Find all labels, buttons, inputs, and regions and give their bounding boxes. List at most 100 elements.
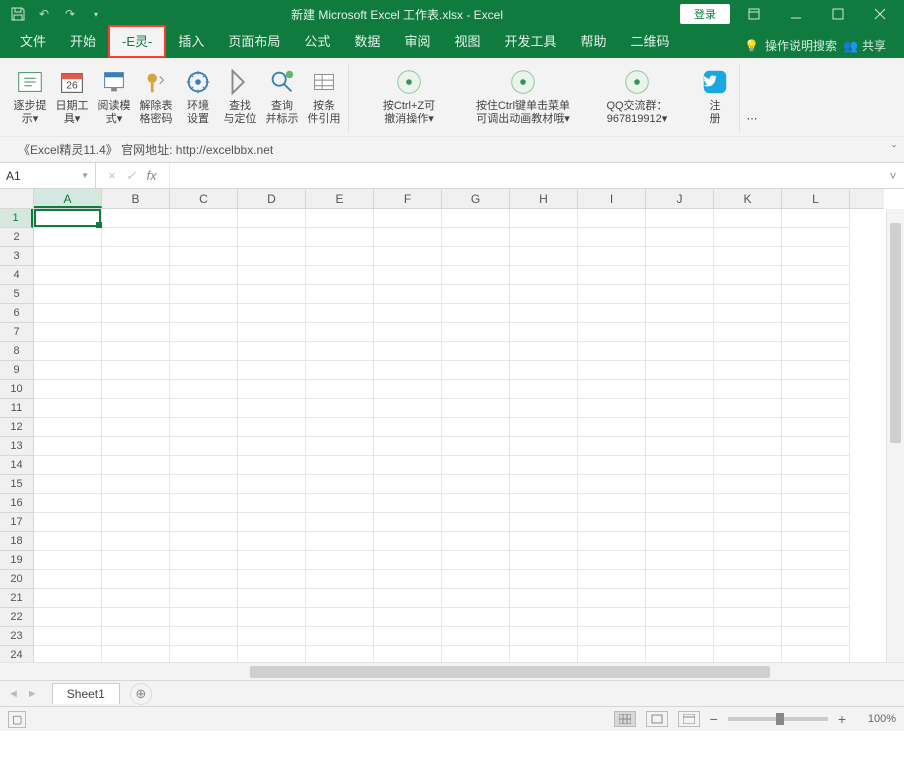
- row-header[interactable]: 10: [0, 380, 33, 399]
- cell[interactable]: [646, 494, 714, 513]
- cell[interactable]: [442, 399, 510, 418]
- cell[interactable]: [646, 342, 714, 361]
- cell[interactable]: [374, 342, 442, 361]
- cell[interactable]: [510, 380, 578, 399]
- cell[interactable]: [510, 323, 578, 342]
- cell[interactable]: [442, 494, 510, 513]
- cell[interactable]: [102, 228, 170, 247]
- cell[interactable]: [34, 361, 102, 380]
- tab-审阅[interactable]: 审阅: [392, 25, 442, 58]
- cell[interactable]: [714, 532, 782, 551]
- cell[interactable]: [170, 570, 238, 589]
- cell[interactable]: [714, 475, 782, 494]
- cell[interactable]: [102, 418, 170, 437]
- row-header[interactable]: 6: [0, 304, 33, 323]
- cell[interactable]: [238, 361, 306, 380]
- row-header[interactable]: 5: [0, 285, 33, 304]
- cell[interactable]: [102, 475, 170, 494]
- cell[interactable]: [578, 437, 646, 456]
- cell[interactable]: [646, 475, 714, 494]
- cell[interactable]: [578, 456, 646, 475]
- cell[interactable]: [34, 380, 102, 399]
- cell[interactable]: [714, 247, 782, 266]
- cell[interactable]: [510, 304, 578, 323]
- row-header[interactable]: 3: [0, 247, 33, 266]
- cell[interactable]: [578, 494, 646, 513]
- row-header[interactable]: 2: [0, 228, 33, 247]
- cell[interactable]: [170, 342, 238, 361]
- cell[interactable]: [510, 342, 578, 361]
- tab-插入[interactable]: 插入: [166, 25, 216, 58]
- tell-me-search[interactable]: 操作说明搜索: [765, 37, 837, 54]
- column-header[interactable]: A: [34, 189, 102, 208]
- tab-开发工具[interactable]: 开发工具: [492, 25, 568, 58]
- column-header[interactable]: K: [714, 189, 782, 208]
- cell[interactable]: [442, 342, 510, 361]
- cell[interactable]: [646, 532, 714, 551]
- cell[interactable]: [170, 437, 238, 456]
- row-header[interactable]: 9: [0, 361, 33, 380]
- cell[interactable]: [646, 304, 714, 323]
- zoom-knob[interactable]: [776, 713, 784, 725]
- cell[interactable]: [374, 570, 442, 589]
- tab-帮助[interactable]: 帮助: [568, 25, 618, 58]
- cell[interactable]: [510, 494, 578, 513]
- cell[interactable]: [238, 342, 306, 361]
- row-header[interactable]: 13: [0, 437, 33, 456]
- cell[interactable]: [306, 342, 374, 361]
- column-header[interactable]: B: [102, 189, 170, 208]
- cell[interactable]: [782, 285, 850, 304]
- share-button[interactable]: 👥 共享: [843, 37, 886, 54]
- column-header[interactable]: E: [306, 189, 374, 208]
- cell[interactable]: [714, 570, 782, 589]
- cell[interactable]: [510, 456, 578, 475]
- row-header[interactable]: 15: [0, 475, 33, 494]
- cell[interactable]: [170, 304, 238, 323]
- cell[interactable]: [374, 513, 442, 532]
- cell[interactable]: [510, 266, 578, 285]
- cell[interactable]: [442, 247, 510, 266]
- cell[interactable]: [170, 209, 238, 228]
- cell[interactable]: [714, 380, 782, 399]
- cell[interactable]: [782, 551, 850, 570]
- cell[interactable]: [782, 456, 850, 475]
- cell[interactable]: [442, 361, 510, 380]
- column-header[interactable]: F: [374, 189, 442, 208]
- cell[interactable]: [646, 285, 714, 304]
- cell[interactable]: [646, 551, 714, 570]
- cell[interactable]: [782, 209, 850, 228]
- cell[interactable]: [34, 589, 102, 608]
- cell[interactable]: [238, 323, 306, 342]
- cell[interactable]: [442, 589, 510, 608]
- cell[interactable]: [306, 228, 374, 247]
- cell[interactable]: [578, 228, 646, 247]
- cell[interactable]: [510, 418, 578, 437]
- zoom-in-button[interactable]: +: [838, 711, 846, 727]
- cell[interactable]: [170, 323, 238, 342]
- cell[interactable]: [510, 361, 578, 380]
- tab-页面布局[interactable]: 页面布局: [216, 25, 292, 58]
- cell[interactable]: [782, 627, 850, 646]
- cell[interactable]: [170, 456, 238, 475]
- ribbon-button[interactable]: 查找 与定位: [220, 64, 260, 130]
- row-header[interactable]: 22: [0, 608, 33, 627]
- cell[interactable]: [442, 285, 510, 304]
- cell[interactable]: [238, 627, 306, 646]
- cell[interactable]: [102, 532, 170, 551]
- cell[interactable]: [646, 608, 714, 627]
- cell[interactable]: [442, 513, 510, 532]
- row-headers[interactable]: 1234567891011121314151617181920212223242…: [0, 209, 34, 662]
- cell[interactable]: [34, 608, 102, 627]
- cell[interactable]: [578, 418, 646, 437]
- cell[interactable]: [238, 475, 306, 494]
- cell[interactable]: [238, 570, 306, 589]
- cell[interactable]: [170, 399, 238, 418]
- cell[interactable]: [510, 247, 578, 266]
- cell[interactable]: [238, 228, 306, 247]
- row-header[interactable]: 23: [0, 627, 33, 646]
- cell[interactable]: [782, 247, 850, 266]
- cell[interactable]: [442, 627, 510, 646]
- cells-area[interactable]: [34, 209, 884, 662]
- row-header[interactable]: 1: [0, 209, 33, 228]
- cell[interactable]: [34, 285, 102, 304]
